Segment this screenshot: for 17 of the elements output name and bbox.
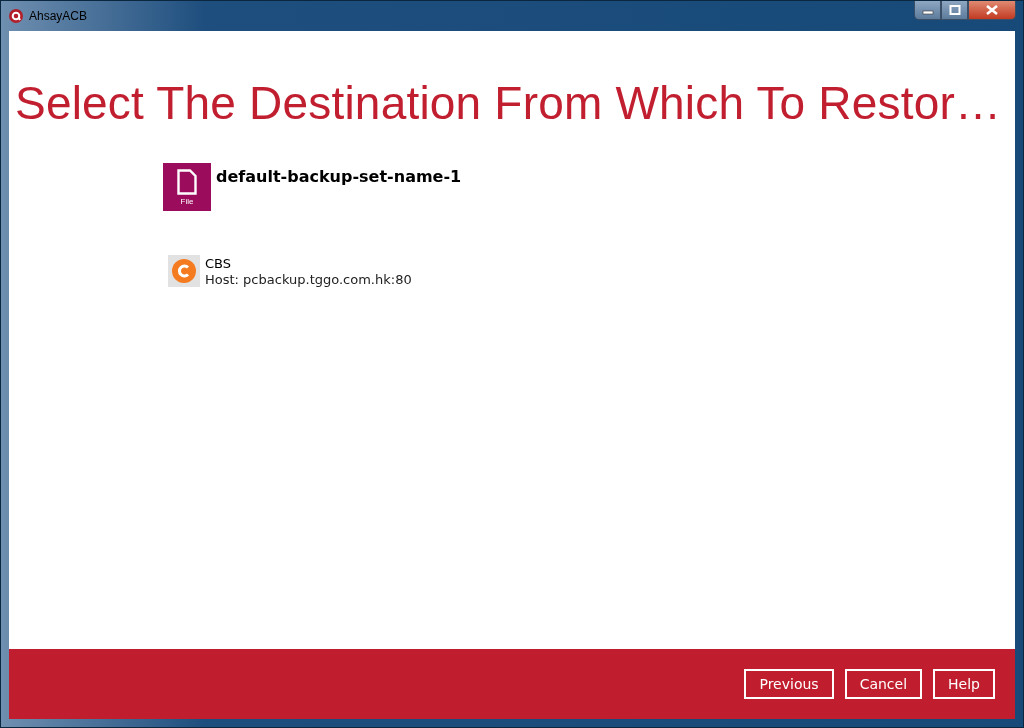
page-heading: Select The Destination From Which To Restor…: [15, 76, 1003, 130]
footer-button[interactable]: Previous: [744, 669, 834, 699]
tile-label: File: [180, 196, 194, 206]
close-button[interactable]: [968, 1, 1016, 20]
destination-name[interactable]: CBS: [205, 256, 412, 272]
window-title: AhsayACB: [29, 9, 88, 23]
maximize-icon: [948, 5, 961, 15]
footer-button[interactable]: Cancel: [844, 669, 923, 699]
minimize-button[interactable]: [914, 1, 941, 20]
backup-set-name: default-backup-set-name-1: [216, 167, 462, 186]
close-icon: [985, 5, 999, 15]
footer-button[interactable]: Help: [933, 669, 995, 699]
document-icon: [177, 168, 197, 195]
server-logo-icon: [168, 255, 200, 287]
maximize-button[interactable]: [941, 1, 968, 20]
app-logo-icon: [9, 9, 23, 23]
destination-host: Host: pcbackup.tggo.com.hk:80: [205, 272, 412, 288]
